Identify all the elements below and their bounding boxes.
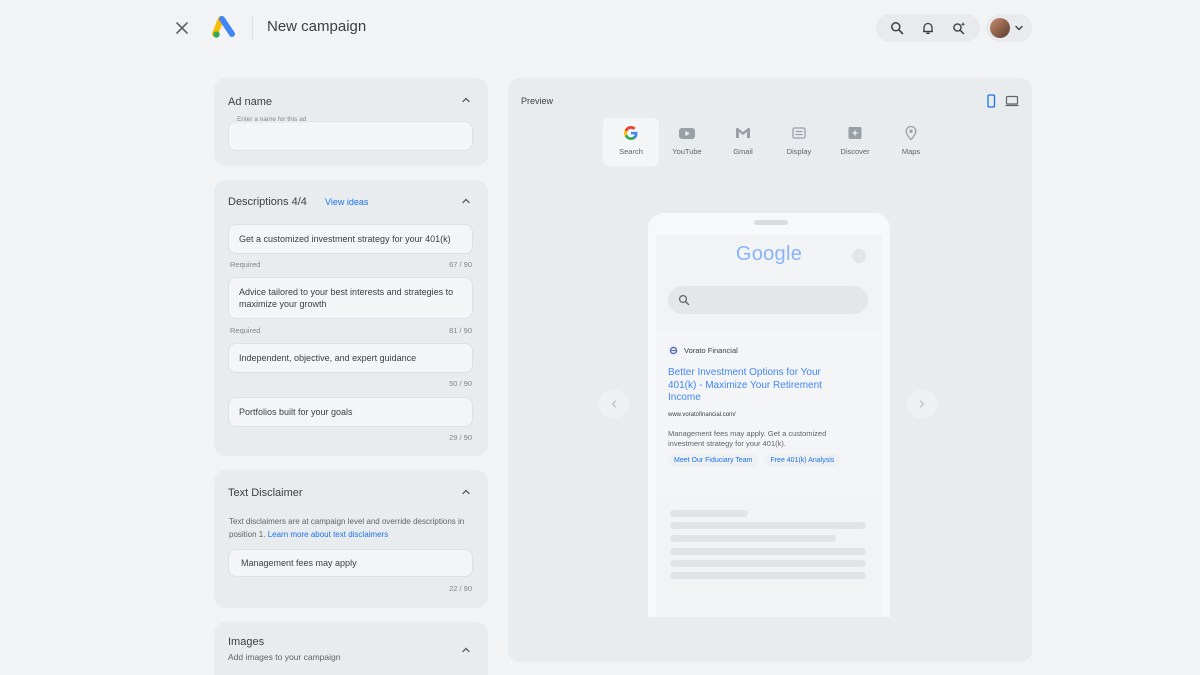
tab-label: Search — [619, 147, 643, 156]
chevron-left-icon — [611, 400, 617, 408]
page-title: New campaign — [267, 18, 367, 35]
advertiser-row: Vorato Financial — [668, 345, 738, 356]
ad-name-placeholder: Enter a name for this ad — [234, 116, 310, 123]
globe-icon — [668, 345, 679, 356]
avatar — [990, 18, 1010, 38]
top-bar: New campaign — [0, 0, 1200, 56]
descriptions-title: Descriptions 4/4 — [228, 196, 307, 208]
desktop-device-icon[interactable] — [1005, 94, 1019, 108]
search-icon — [678, 294, 690, 306]
phone-search-box[interactable] — [668, 286, 868, 314]
text-disclaimer-card: Text Disclaimer Text disclaimers are at … — [214, 470, 488, 608]
text-disclaimer-count: 22 / 90 — [449, 584, 472, 593]
description-count-2: 81 / 90 — [449, 326, 472, 335]
phone-avatar — [852, 249, 866, 263]
preview-label: Preview — [521, 96, 554, 106]
phone-preview: Google Vorato Financial Better Investmen… — [648, 213, 890, 617]
description-field-4[interactable]: Portfolios built for your goals — [228, 397, 473, 427]
skeleton-line — [670, 510, 748, 517]
learn-more-link[interactable]: Learn more about text disclaimers — [268, 530, 389, 539]
search-sparkle-icon[interactable] — [948, 17, 970, 39]
images-title: Images — [228, 636, 265, 648]
tab-label: Maps — [901, 147, 921, 156]
chevron-up-icon[interactable] — [460, 644, 472, 656]
header-actions — [876, 14, 980, 42]
description-count-1: 67 / 90 — [449, 260, 472, 269]
text-disclaimer-field[interactable]: Management fees may apply — [228, 549, 473, 577]
sitelinks: Meet Our Fiduciary Team Free 401(k) Anal… — [668, 454, 841, 467]
skeleton-line — [670, 560, 866, 567]
tab-label: YouTube — [672, 147, 702, 156]
google-ads-logo — [212, 16, 238, 40]
header-divider — [252, 16, 253, 40]
discover-icon — [848, 127, 862, 139]
chevron-up-icon[interactable] — [460, 195, 472, 207]
description-field-2[interactable]: Advice tailored to your best interests a… — [228, 277, 473, 319]
tab-search[interactable]: Search — [603, 118, 659, 166]
chevron-up-icon[interactable] — [460, 486, 472, 498]
view-ideas-link[interactable]: View ideas — [325, 197, 368, 207]
text-disclaimer-description: Text disclaimers are at campaign level a… — [229, 516, 479, 541]
tab-label: Discover — [840, 147, 870, 156]
ad-headline[interactable]: Better Investment Options for Your 401(k… — [668, 367, 843, 405]
chevron-right-icon — [919, 400, 925, 408]
description-helper-1: Required — [230, 260, 261, 269]
account-menu[interactable] — [986, 14, 1032, 42]
youtube-icon — [679, 128, 695, 139]
maps-pin-icon — [905, 125, 917, 141]
gmail-icon — [736, 127, 750, 138]
skeleton-line — [670, 535, 836, 542]
tab-discover[interactable]: Discover — [827, 118, 883, 166]
google-g-icon — [624, 126, 638, 140]
chevron-up-icon[interactable] — [460, 94, 472, 106]
notifications-bell-icon[interactable] — [917, 17, 939, 39]
tab-maps[interactable]: Maps — [883, 118, 939, 166]
sitelink-fiduciary-team[interactable]: Meet Our Fiduciary Team — [668, 454, 759, 467]
previous-button[interactable] — [599, 389, 629, 419]
tab-label: Gmail — [733, 147, 753, 156]
ad-preview-card[interactable]: Vorato Financial Better Investment Optio… — [656, 331, 882, 496]
description-field-1[interactable]: Get a customized investment strategy for… — [228, 224, 473, 254]
chevron-down-icon — [1015, 25, 1023, 31]
ad-name-title: Ad name — [228, 96, 273, 108]
images-card: Images Add images to your campaign — [214, 622, 488, 675]
description-count-4: 29 / 90 — [449, 433, 472, 442]
advertiser-name: Vorato Financial — [684, 346, 738, 355]
description-count-3: 50 / 90 — [449, 379, 472, 388]
ad-name-card: Ad name Enter a name for this ad — [214, 78, 488, 166]
text-disclaimer-title: Text Disclaimer — [228, 487, 303, 499]
ad-display-url: www.voratofinancial.com/ — [668, 412, 736, 418]
display-icon — [792, 127, 806, 139]
description-field-3[interactable]: Independent, objective, and expert guida… — [228, 343, 473, 373]
tab-gmail[interactable]: Gmail — [715, 118, 771, 166]
phone-notch — [754, 220, 788, 225]
mobile-device-icon[interactable] — [984, 94, 998, 108]
search-icon[interactable] — [886, 17, 908, 39]
ad-name-field[interactable] — [228, 121, 473, 151]
descriptions-card: Descriptions 4/4 View ideas Get a custom… — [214, 180, 488, 456]
tab-label: Display — [786, 147, 812, 156]
skeleton-line — [670, 548, 866, 555]
tab-youtube[interactable]: YouTube — [659, 118, 715, 166]
tab-display[interactable]: Display — [771, 118, 827, 166]
sitelink-401k-analysis[interactable]: Free 401(k) Analysis — [764, 454, 841, 467]
preview-panel: Preview Search YouTube Gmail Display Dis… — [508, 78, 1032, 662]
skeleton-line — [670, 572, 866, 579]
ad-description: Management fees may apply. Get a customi… — [668, 429, 827, 448]
images-subtitle: Add images to your campaign — [228, 652, 341, 662]
description-helper-2: Required — [230, 326, 261, 335]
close-icon[interactable] — [172, 18, 192, 38]
preview-tabs: Search YouTube Gmail Display Discover Ma… — [603, 118, 939, 166]
skeleton-line — [670, 522, 866, 529]
next-button[interactable] — [907, 389, 937, 419]
